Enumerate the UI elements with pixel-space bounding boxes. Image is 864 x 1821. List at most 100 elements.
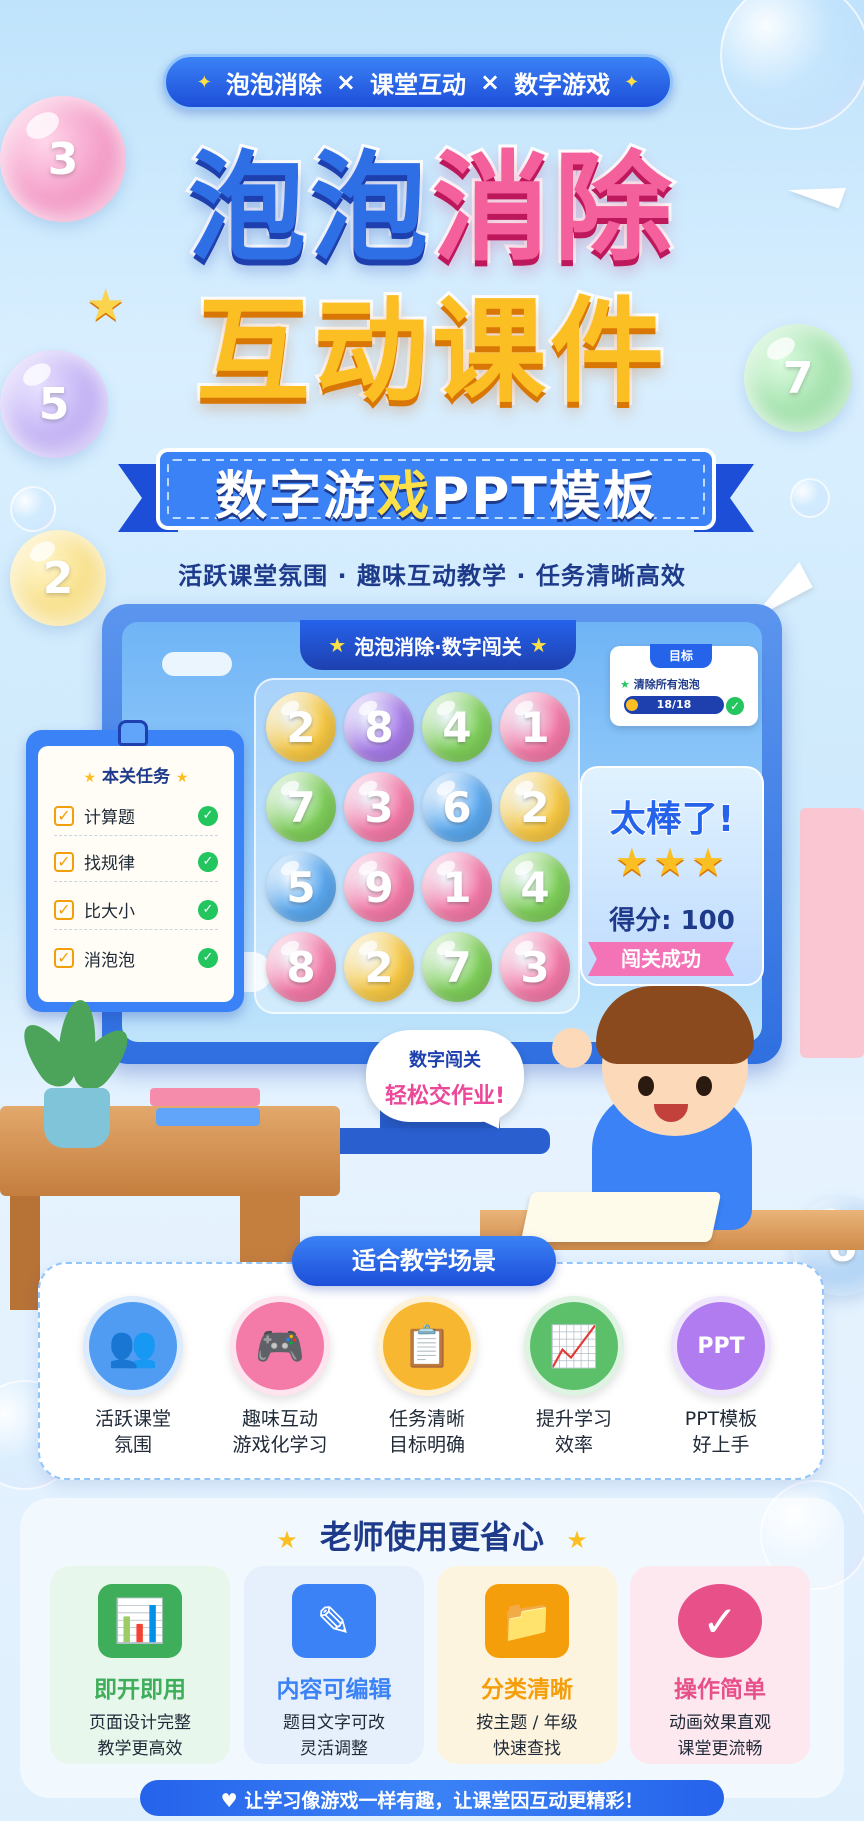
feature-desc: 题目文字可改 灵活调整 (244, 1710, 424, 1762)
star-icon: ★ (529, 633, 548, 657)
scene-label: 提升学习 效率 (504, 1406, 644, 1458)
goal-item-text: 清除所有泡泡 (633, 678, 700, 691)
scene-label-line2: 效率 (554, 1434, 593, 1456)
task-title: ★ 本关任务 ★ (38, 762, 234, 787)
ribbon-subtitle: 数字游戏PPT模板 (118, 454, 754, 529)
scene-label-line1: PPT模板 (684, 1408, 758, 1430)
ribbon-text-c: PPT模板 (431, 467, 657, 527)
feature-title: 分类清晰 (481, 1677, 573, 1703)
banner-text-3: 数字游戏 (514, 70, 611, 99)
feature-desc-line1: 页面设计完整 (89, 1713, 191, 1733)
main-title-line1: 泡泡消除 (0, 136, 864, 280)
number-bubble[interactable]: 8 (266, 932, 336, 1002)
star-icon: ✦ (624, 71, 640, 93)
book-stack (156, 1108, 260, 1126)
edit-icon: ✎ (292, 1584, 376, 1658)
folder-icon: 📁 (485, 1584, 569, 1658)
feature-card: 📁 分类清晰按主题 / 年级 快速查找 (437, 1566, 617, 1764)
number-bubble[interactable]: 1 (500, 692, 570, 762)
scene-item: 👥 活跃课堂 氛围 (63, 1296, 203, 1458)
banner-text-2: 课堂互动 (370, 70, 466, 99)
banner-text-1: 泡泡消除 (225, 70, 322, 99)
decor-bubble (790, 478, 830, 518)
bubble-grid: 2841736259148273 (254, 678, 580, 1014)
scene-label-line2: 好上手 (692, 1434, 750, 1456)
clipboard-icon: 📋 (377, 1296, 477, 1396)
scene-label-line2: 游戏化学习 (232, 1434, 328, 1456)
score-text: 得分: 100 (609, 906, 735, 936)
scene-label-line1: 提升学习 (535, 1408, 612, 1430)
monitor-stand-base (330, 1128, 550, 1154)
number-bubble[interactable]: 2 (344, 932, 414, 1002)
open-book (520, 1192, 722, 1242)
book-stack (150, 1088, 260, 1106)
star-icon: ★ (620, 678, 630, 691)
task-item: ✓ 比大小 ✓ (54, 890, 218, 930)
number-bubble[interactable]: 3 (500, 932, 570, 1002)
feature-title: 即开即用 (94, 1677, 186, 1703)
ribbon-text-a: 数字游 (215, 467, 378, 527)
feature-desc-line1: 按主题 / 年级 (476, 1713, 578, 1733)
ribbon-text-b: 戏 (377, 467, 432, 527)
plant-pot (44, 1088, 110, 1148)
people-icon: 👥 (83, 1296, 183, 1396)
checkbox-icon: ✓ (54, 899, 74, 920)
game-header: ★ 泡泡消除·数字闯关 ★ (300, 620, 576, 670)
number-bubble[interactable]: 1 (422, 852, 492, 922)
scene-label: 任务清晰 目标明确 (357, 1406, 497, 1458)
task-item: ✓ 消泡泡 ✓ (54, 938, 218, 978)
kid-fist (552, 1028, 592, 1068)
number-bubble[interactable]: 2 (266, 692, 336, 762)
scene-label: 趣味互动 游戏化学习 (210, 1406, 350, 1458)
rating-stars: ★★★ (614, 840, 730, 884)
star-icon: ★ (328, 633, 347, 657)
task-label: 比大小 (84, 902, 135, 922)
goal-tab: 目标 (650, 644, 712, 668)
cloud-decor (162, 652, 232, 676)
task-item: ✓ 计算题 ✓ (54, 796, 218, 836)
title-pink-part: 消除 (429, 136, 677, 280)
kid-eye (638, 1076, 654, 1096)
speech-line-1: 数字闯关 (409, 1050, 481, 1071)
star-icon: ★ (175, 770, 189, 786)
feature-desc-line1: 动画效果直观 (669, 1713, 771, 1733)
scene-item: 📋 任务清晰 目标明确 (357, 1296, 497, 1458)
number-bubble[interactable]: 4 (422, 692, 492, 762)
check-icon: ✓ (726, 697, 744, 715)
number-bubble[interactable]: 3 (344, 772, 414, 842)
star-icon: ★ (276, 1526, 298, 1554)
scene-label: 活跃课堂 氛围 (63, 1406, 203, 1458)
number-bubble[interactable]: 6 (422, 772, 492, 842)
feature-card: ✎ 内容可编辑题目文字可改 灵活调整 (244, 1566, 424, 1764)
number-bubble[interactable]: 8 (344, 692, 414, 762)
task-item: ✓ 找规律 ✓ (54, 842, 218, 882)
scene-label-line1: 任务清晰 (388, 1408, 465, 1430)
feature-card: ✓ 操作简单 动画效果直观 课堂更流畅 (630, 1566, 810, 1764)
check-icon: ✓ (198, 851, 218, 872)
monitor-chart-icon: 📊 (98, 1584, 182, 1658)
feature-desc-line2: 快速查找 (493, 1739, 561, 1759)
gamepad-icon: 🎮 (230, 1296, 330, 1396)
scene-label-line1: 活跃课堂 (94, 1408, 171, 1430)
decor-bubble (10, 486, 56, 532)
number-bubble[interactable]: 7 (266, 772, 336, 842)
banner-separator: × (480, 68, 501, 96)
ppt-file-icon: PPT (671, 1296, 771, 1396)
top-banner: ✦ 泡泡消除 × 课堂互动 × 数字游戏 ✦ (163, 54, 673, 110)
scene-item: PPT PPT模板好上手 (651, 1296, 791, 1458)
number-bubble[interactable]: 4 (500, 852, 570, 922)
number-bubble[interactable]: 9 (344, 852, 414, 922)
feature-title: 内容可编辑 (276, 1677, 392, 1703)
check-icon: ✓ (198, 948, 218, 968)
number-bubble[interactable]: 5 (266, 852, 336, 922)
desk-leg (10, 1190, 40, 1310)
task-label: 找规律 (84, 854, 135, 874)
number-bubble[interactable]: 7 (422, 932, 492, 1002)
feature-desc: 页面设计完整 教学更高效 (50, 1710, 230, 1762)
teaching-scenes-title: 适合教学场景 (292, 1236, 556, 1286)
teacher-section-title: ★ 老师使用更省心 ★ (0, 1512, 864, 1558)
teacher-title-text: 老师使用更省心 (319, 1518, 544, 1556)
scene-label-line1: 趣味互动 (241, 1408, 318, 1430)
number-bubble[interactable]: 2 (500, 772, 570, 842)
feature-desc-line2: 课堂更流畅 (677, 1739, 763, 1759)
